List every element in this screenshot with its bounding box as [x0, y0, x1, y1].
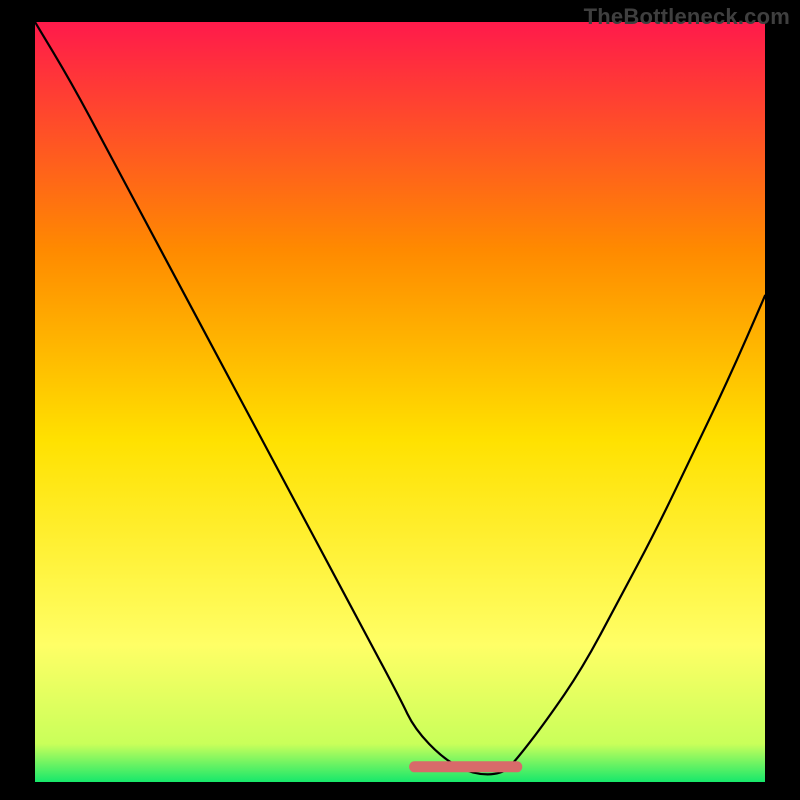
watermark-text: TheBottleneck.com: [584, 4, 790, 30]
bottleneck-curve: [35, 22, 765, 782]
chart-frame: TheBottleneck.com: [0, 0, 800, 800]
plot-area: [35, 22, 765, 782]
